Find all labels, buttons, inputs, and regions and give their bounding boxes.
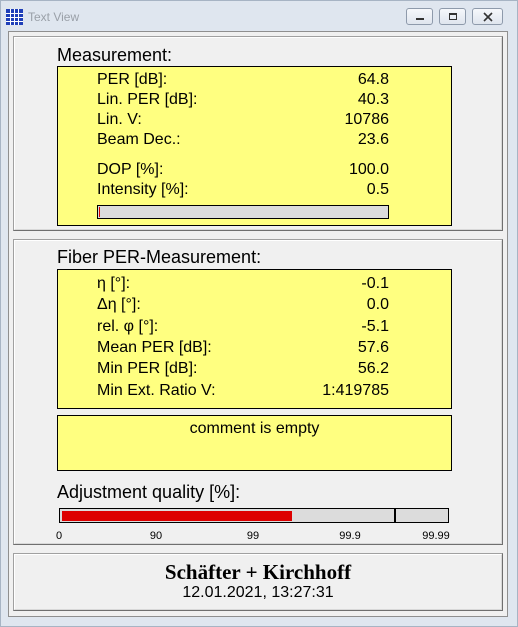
row-label: η [°]: xyxy=(97,275,131,292)
row-value: 56.2 xyxy=(357,360,389,377)
company-name: Schäfter + Kirchhoff xyxy=(164,560,352,584)
row-value: 40.3 xyxy=(357,91,389,108)
measurement-row: Lin. V: 10786 xyxy=(97,110,389,130)
comment-text: comment is empty xyxy=(189,420,320,437)
client-area: Measurement: PER [dB]: 64.8 Lin. PER [dB… xyxy=(8,31,508,617)
adjustment-quality-fill xyxy=(62,511,292,521)
tick-label: 90 xyxy=(149,530,163,542)
fiber-per-panel: η [°]: -0.1 Δη [°]: 0.0 rel. φ [°]: -5.1… xyxy=(57,269,452,409)
row-label: PER [dB]: xyxy=(97,71,168,88)
window-title: Text View xyxy=(28,10,80,24)
row-value: 57.6 xyxy=(357,339,389,356)
row-value: 0.5 xyxy=(366,181,389,198)
row-label: rel. φ [°]: xyxy=(97,318,159,335)
measurement-row: Beam Dec.: 23.6 xyxy=(97,130,389,150)
measurement-group: Measurement: PER [dB]: 64.8 Lin. PER [dB… xyxy=(13,36,503,231)
adjustment-quality-bar xyxy=(59,508,449,523)
row-label: DOP [%]: xyxy=(97,161,164,178)
measurement-panel: PER [dB]: 64.8 Lin. PER [dB]: 40.3 Lin. … xyxy=(57,66,452,226)
minimize-button[interactable] xyxy=(406,8,433,25)
row-label: Lin. V: xyxy=(97,111,142,128)
measurement-heading: Measurement: xyxy=(57,45,173,65)
fiber-row: Δη [°]: 0.0 xyxy=(97,295,389,315)
fiber-row: η [°]: -0.1 xyxy=(97,274,389,294)
row-value: 23.6 xyxy=(357,131,389,148)
adjustment-quality-heading: Adjustment quality [%]: xyxy=(57,482,241,502)
grid-app-icon xyxy=(6,9,23,25)
close-icon xyxy=(482,11,493,22)
fiber-row: Mean PER [dB]: 57.6 xyxy=(97,338,389,358)
row-value: -0.1 xyxy=(361,275,389,292)
row-value: 64.8 xyxy=(357,71,389,88)
title-bar[interactable]: Text View xyxy=(1,1,517,31)
measurement-row: DOP [%]: 100.0 xyxy=(97,160,389,180)
maximize-button[interactable] xyxy=(439,8,466,25)
maximize-icon xyxy=(448,12,457,20)
row-value: -5.1 xyxy=(361,318,389,335)
fiber-row: rel. φ [°]: -5.1 xyxy=(97,317,389,337)
timestamp: 12.01.2021, 13:27:31 xyxy=(182,584,334,601)
row-value: 0.0 xyxy=(366,296,389,313)
text-view-window: Text View Measurement: PER [dB]: 64.8 Li… xyxy=(0,0,518,627)
row-value: 1:419785 xyxy=(322,382,389,399)
row-label: Beam Dec.: xyxy=(97,131,181,148)
close-button[interactable] xyxy=(472,8,503,25)
row-value: 100.0 xyxy=(348,161,389,178)
measurement-row: Intensity [%]: 0.5 xyxy=(97,180,389,200)
measurement-row: PER [dB]: 64.8 xyxy=(97,70,389,90)
fiber-per-heading: Fiber PER-Measurement: xyxy=(57,247,262,267)
footer-group: Schäfter + Kirchhoff 12.01.2021, 13:27:3… xyxy=(13,553,503,611)
tick-label: 99.9 xyxy=(339,530,361,542)
tick-label: 0 xyxy=(55,530,63,542)
intensity-fill xyxy=(99,207,100,217)
row-label: Lin. PER [dB]: xyxy=(97,91,198,108)
minimize-icon xyxy=(415,17,424,20)
fiber-row: Min PER [dB]: 56.2 xyxy=(97,359,389,379)
intensity-bar xyxy=(97,205,389,219)
adjustment-quality-marker xyxy=(394,509,396,522)
fiber-per-group: Fiber PER-Measurement: η [°]: -0.1 Δη [°… xyxy=(13,239,503,545)
fiber-row: Min Ext. Ratio V: 1:419785 xyxy=(97,381,389,401)
row-label: Mean PER [dB]: xyxy=(97,339,212,356)
row-label: Δη [°]: xyxy=(97,296,141,313)
tick-label: 99.99 xyxy=(422,530,450,542)
row-label: Min PER [dB]: xyxy=(97,360,198,377)
row-value: 10786 xyxy=(344,111,390,128)
measurement-row: Lin. PER [dB]: 40.3 xyxy=(97,90,389,110)
row-label: Min Ext. Ratio V: xyxy=(97,382,216,399)
tick-label: 99 xyxy=(246,530,260,542)
comment-panel: comment is empty xyxy=(57,415,452,471)
row-label: Intensity [%]: xyxy=(97,181,189,198)
